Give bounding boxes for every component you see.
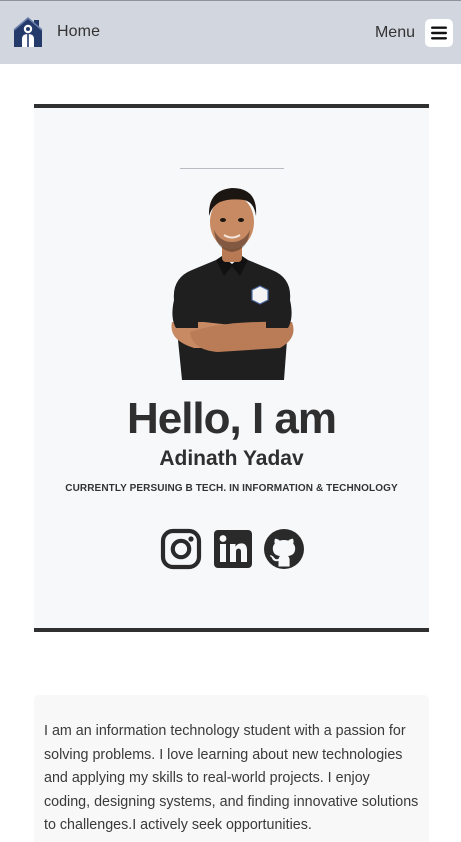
github-icon [264,529,304,569]
instagram-link[interactable] [160,528,202,570]
linkedin-link[interactable] [212,528,254,570]
about-text: I am an information technology student w… [44,723,419,833]
top-navigation-bar: Home Menu [0,0,461,64]
greeting-heading: Hello, I am [126,394,337,443]
home-link[interactable]: Home [10,14,100,50]
home-label: Home [57,23,101,40]
instagram-icon [160,528,202,570]
social-links [160,528,305,570]
menu-label: Menu [374,24,415,41]
house-icon [13,16,43,47]
about-section: I am an information technology student w… [34,695,429,842]
profile-photo [164,172,300,380]
hero-card: Hello, I am Adinath Yadav CURRENTLY PERS… [34,104,429,632]
menu-button[interactable] [425,19,453,47]
tagline: CURRENTLY PERSUING B TECH. IN INFORMATIO… [65,483,398,494]
person-name: Adinath Yadav [159,447,304,470]
linkedin-icon [213,530,252,568]
menu-toggle[interactable]: Menu [375,19,453,47]
github-link[interactable] [263,528,305,570]
hamburger-menu-icon [431,26,447,40]
portrait-divider [180,168,284,169]
